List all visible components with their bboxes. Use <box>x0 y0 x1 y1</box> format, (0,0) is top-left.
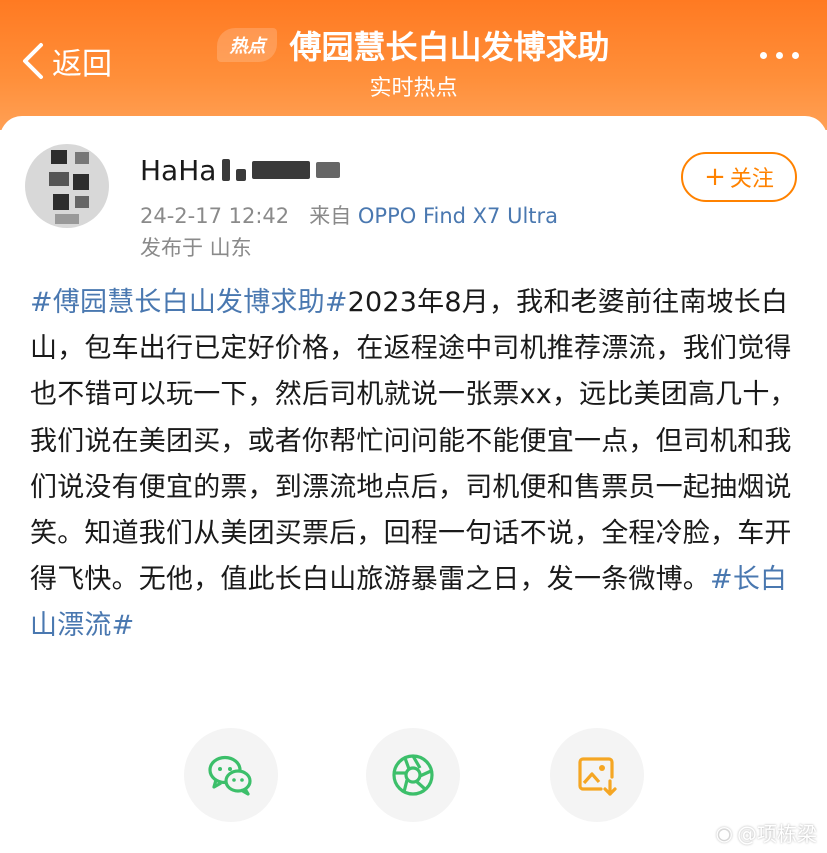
save-image-icon <box>578 757 617 796</box>
page-title: 傅园慧长白山发博求助 <box>289 28 610 66</box>
wechat-icon <box>208 755 252 796</box>
watermark-text: @项栋梁 <box>737 822 817 846</box>
title-row: 热点 傅园慧长白山发博求助 <box>0 22 827 68</box>
share-wechat-button[interactable] <box>184 728 278 822</box>
redacted-block <box>316 162 341 178</box>
moments-icon <box>392 754 434 796</box>
post-card: HaHa 24-2-17 12:42 来自 OPPO Find X7 Ultra… <box>0 116 827 853</box>
follow-label: 关注 <box>729 167 774 192</box>
watermark: ◉ @项栋梁 <box>716 818 817 847</box>
post-body: #傅园慧长白山发博求助#2023年8月，我和老婆前往南坡长白山，包车出行已定好价… <box>30 280 800 650</box>
weibo-logo-icon: ◉ <box>715 820 733 845</box>
hot-badge: 热点 <box>217 28 278 62</box>
hashtag-link[interactable]: #傅园慧长白山发博求助# <box>30 287 348 318</box>
save-image-button[interactable] <box>550 728 644 822</box>
redacted-block <box>236 169 247 181</box>
redacted-block <box>252 161 311 179</box>
plus-icon: + <box>704 162 726 192</box>
top-bar: 返回 热点 傅园慧长白山发博求助 实时热点 <box>0 0 827 130</box>
share-moments-button[interactable] <box>366 728 460 822</box>
more-options-icon[interactable] <box>760 52 799 59</box>
author-name[interactable]: HaHa <box>140 154 216 187</box>
source-prefix: 来自 <box>309 204 352 228</box>
follow-button[interactable]: + 关注 <box>681 152 797 202</box>
post-location: 发布于 山东 <box>140 236 252 260</box>
avatar[interactable] <box>25 144 109 228</box>
author-row: HaHa <box>140 152 341 188</box>
post-text: 2023年8月，我和老婆前往南坡长白山，包车出行已定好价格，在返程途中司机推荐漂… <box>30 287 797 596</box>
redacted-block <box>222 159 231 181</box>
post-timestamp: 24-2-17 12:42 <box>140 204 290 228</box>
device-name: OPPO Find X7 Ultra <box>357 204 559 228</box>
post-meta: 24-2-17 12:42 来自 OPPO Find X7 Ultra <box>140 200 558 230</box>
page-subtitle: 实时热点 <box>369 76 458 101</box>
